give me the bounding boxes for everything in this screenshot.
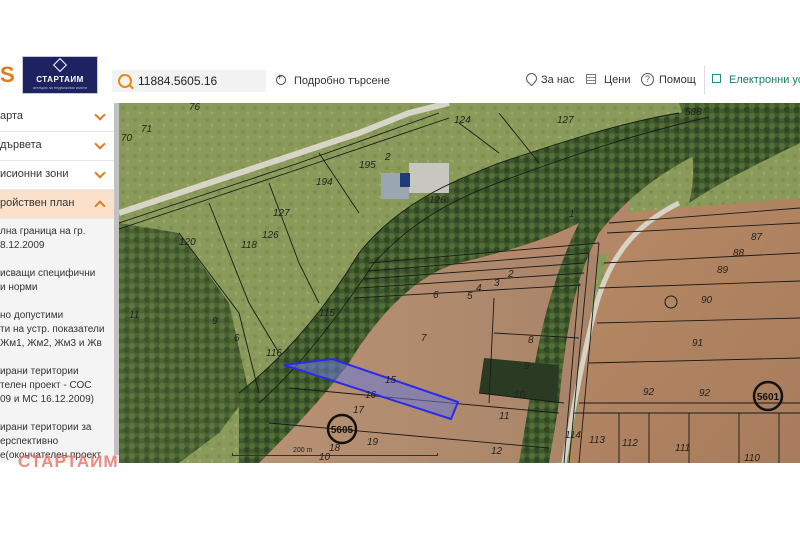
building xyxy=(400,173,410,187)
parcel-label: 124 xyxy=(454,115,471,126)
parcel-label: 127 xyxy=(273,208,290,219)
nav-about[interactable]: За нас xyxy=(541,74,575,86)
pin-icon[interactable] xyxy=(523,70,540,87)
parcel-label: 194 xyxy=(316,177,333,188)
parcel-label: 9 xyxy=(524,361,530,372)
parcel-label: 8 xyxy=(528,335,534,346)
layer-line[interactable]: Жм1, Жм2, Жм3 и Жв xyxy=(0,337,102,351)
block-label-5601: 5601 xyxy=(757,392,780,403)
sidebar-item-map[interactable]: арта xyxy=(0,103,114,132)
parcel-label: 127 xyxy=(557,115,574,126)
parcel-label: 113 xyxy=(589,435,605,446)
scale-bar xyxy=(232,453,438,456)
help-icon[interactable]: ? xyxy=(641,73,654,86)
parcel-label: 11 xyxy=(129,310,139,321)
map-canvas[interactable]: 5605 5601 76 71 70 124 127 588 195 2 194… xyxy=(119,103,800,463)
layer-line[interactable]: ти на устр. показатели xyxy=(0,323,104,337)
layer-line[interactable]: лна граница на гр. xyxy=(0,225,86,239)
parcel-label: 2 xyxy=(507,269,514,280)
parcel-label: 88 xyxy=(733,248,745,259)
layer-line[interactable]: исващи специфични xyxy=(0,267,95,281)
site-logo-fragment[interactable]: Sç xyxy=(0,62,14,88)
parcel-label: 110 xyxy=(744,453,760,463)
parcel-label: 12 xyxy=(491,446,503,457)
parcel-label: 92 xyxy=(643,387,655,398)
parcel-label: 90 xyxy=(701,295,713,306)
parcel-label: 2 xyxy=(384,152,391,163)
parcel-label: 87 xyxy=(751,232,763,243)
parcel-label: 9 xyxy=(212,316,218,327)
parcel-label: 118 xyxy=(241,240,257,251)
brand-logo[interactable]: СТАРТАИМ агенция за недвижими имоти xyxy=(22,56,98,94)
development-plan-layers: лна граница на гр. 8.12.2009 исващи спец… xyxy=(0,219,114,463)
parcel-label: 3 xyxy=(494,278,500,289)
parcel-label: 120 xyxy=(179,237,196,248)
search-input-value[interactable]: 11884.5605.16 xyxy=(138,74,217,88)
parcel-label: 5 xyxy=(467,291,473,302)
parcel-label: 115 xyxy=(319,308,335,319)
sidebar-item-trees[interactable]: дървета xyxy=(0,132,114,161)
parcel-label: 195 xyxy=(359,160,376,171)
layer-line[interactable]: телен проект - СОС xyxy=(0,379,91,393)
parcel-label: 126 xyxy=(262,230,279,241)
parcel-label: 11 xyxy=(499,411,509,422)
advanced-search-link[interactable]: Подробно търсене xyxy=(294,75,390,87)
layer-line[interactable]: 09 и МС 16.12.2009) xyxy=(0,393,94,407)
sidebar-item-development-plan[interactable]: ройствен план xyxy=(0,190,114,219)
layer-line[interactable]: 8.12.2009 xyxy=(0,239,45,253)
parcel-label: 6 xyxy=(433,290,439,301)
watermark-text: СТАРТАИМ xyxy=(18,452,119,471)
parcel-label: 6 xyxy=(234,333,240,344)
nav-electronic-services[interactable]: Електронни ус xyxy=(729,74,800,86)
parcel-label: 126 xyxy=(429,195,446,206)
parcel-label: 111 xyxy=(675,443,690,454)
external-link-icon[interactable] xyxy=(712,74,721,83)
sidebar-item-label: арта xyxy=(0,110,24,122)
layer-line[interactable]: ирани територии xyxy=(0,365,79,379)
parcel-label: 91 xyxy=(692,338,703,349)
sidebar-item-zones[interactable]: исионни зони xyxy=(0,161,114,190)
nav-divider xyxy=(704,66,705,94)
parcel-label: 76 xyxy=(189,103,201,113)
search-icon xyxy=(118,74,132,88)
building xyxy=(409,163,449,193)
parcel-label: 92 xyxy=(699,388,711,399)
chevron-down-icon[interactable] xyxy=(94,109,106,121)
parcel-label: 71 xyxy=(141,124,152,135)
block-label-5605: 5605 xyxy=(331,425,354,436)
parcel-label: 114 xyxy=(565,430,581,441)
chevron-down-icon[interactable] xyxy=(94,138,106,150)
parcel-label: 4 xyxy=(476,283,482,294)
parcel-label: 116 xyxy=(266,348,282,359)
parcel-label: 10 xyxy=(514,390,526,401)
parcel-label: 15 xyxy=(385,375,397,386)
advanced-search-icon[interactable] xyxy=(276,72,286,85)
parcel-label: 1 xyxy=(569,209,575,220)
sidebar-item-label: ройствен план xyxy=(0,197,75,209)
parcel-label: 112 xyxy=(622,438,638,449)
sidebar-item-label: исионни зони xyxy=(0,168,69,180)
layer-line[interactable]: но допустими xyxy=(0,309,63,323)
layers-sidebar: арта дървета исионни зони ройствен план … xyxy=(0,103,114,463)
parcel-label: 89 xyxy=(717,265,729,276)
price-list-icon[interactable] xyxy=(586,74,596,84)
parcel-label: 17 xyxy=(353,405,365,416)
brand-mark-icon xyxy=(52,57,68,73)
brand-tagline: агенция за недвижими имоти xyxy=(32,85,88,90)
parcel-label: 19 xyxy=(367,437,379,448)
nav-prices[interactable]: Цени xyxy=(604,74,630,86)
layer-line[interactable]: ерспективно xyxy=(0,435,58,449)
chevron-down-icon[interactable] xyxy=(94,167,106,179)
sidebar-item-label: дървета xyxy=(0,139,42,151)
parcel-label: 588 xyxy=(685,107,702,118)
layer-line[interactable]: и норми xyxy=(0,281,37,295)
parcel-label: 16 xyxy=(365,390,377,401)
chevron-up-icon[interactable] xyxy=(94,200,106,212)
cadastral-map[interactable]: 5605 5601 76 71 70 124 127 588 195 2 194… xyxy=(119,103,800,463)
nav-help[interactable]: Помощ xyxy=(659,74,696,86)
layer-line[interactable]: ирани територии за xyxy=(0,421,91,435)
parcel-label: 7 xyxy=(421,333,427,344)
brand-name: СТАРТАИМ xyxy=(36,75,84,84)
parcel-label: 70 xyxy=(121,133,133,144)
